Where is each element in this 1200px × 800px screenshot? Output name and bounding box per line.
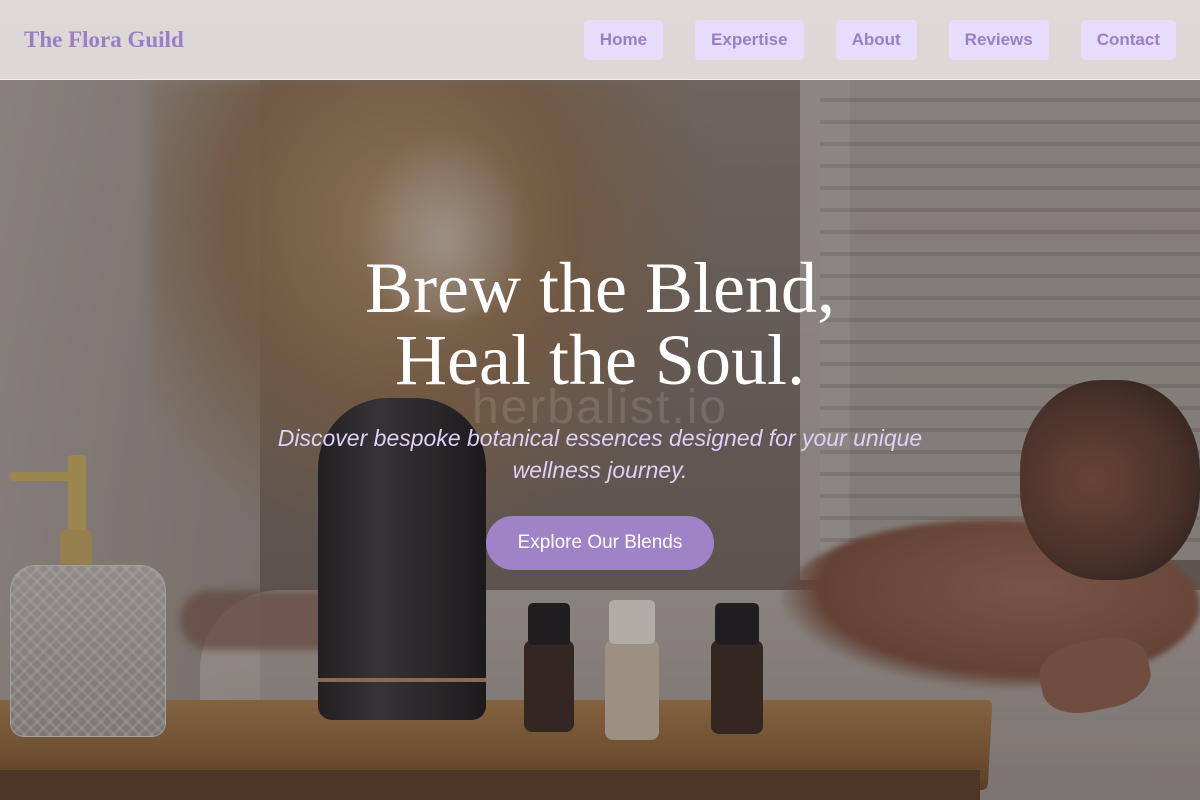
nav-reviews[interactable]: Reviews [948,19,1049,60]
explore-blends-button[interactable]: Explore Our Blends [485,516,715,570]
brand-logo[interactable]: The Flora Guild [24,27,184,53]
nav-contact[interactable]: Contact [1080,19,1176,60]
site-header: The Flora Guild Home Expertise About Rev… [0,0,1200,80]
main-nav: Home Expertise About Reviews Contact [583,19,1176,60]
nav-home[interactable]: Home [583,19,664,60]
hero-title-line-2: Heal the Soul. [395,320,805,400]
nav-about[interactable]: About [835,19,917,60]
hero-subtitle: Discover bespoke botanical essences desi… [277,425,923,483]
hero-content: Brew the Blend, Heal the Soul. Discover … [0,252,1200,570]
hero-title: Brew the Blend, Heal the Soul. [0,252,1200,396]
nav-expertise[interactable]: Expertise [695,19,804,60]
hero-title-line-1: Brew the Blend, [365,248,835,328]
